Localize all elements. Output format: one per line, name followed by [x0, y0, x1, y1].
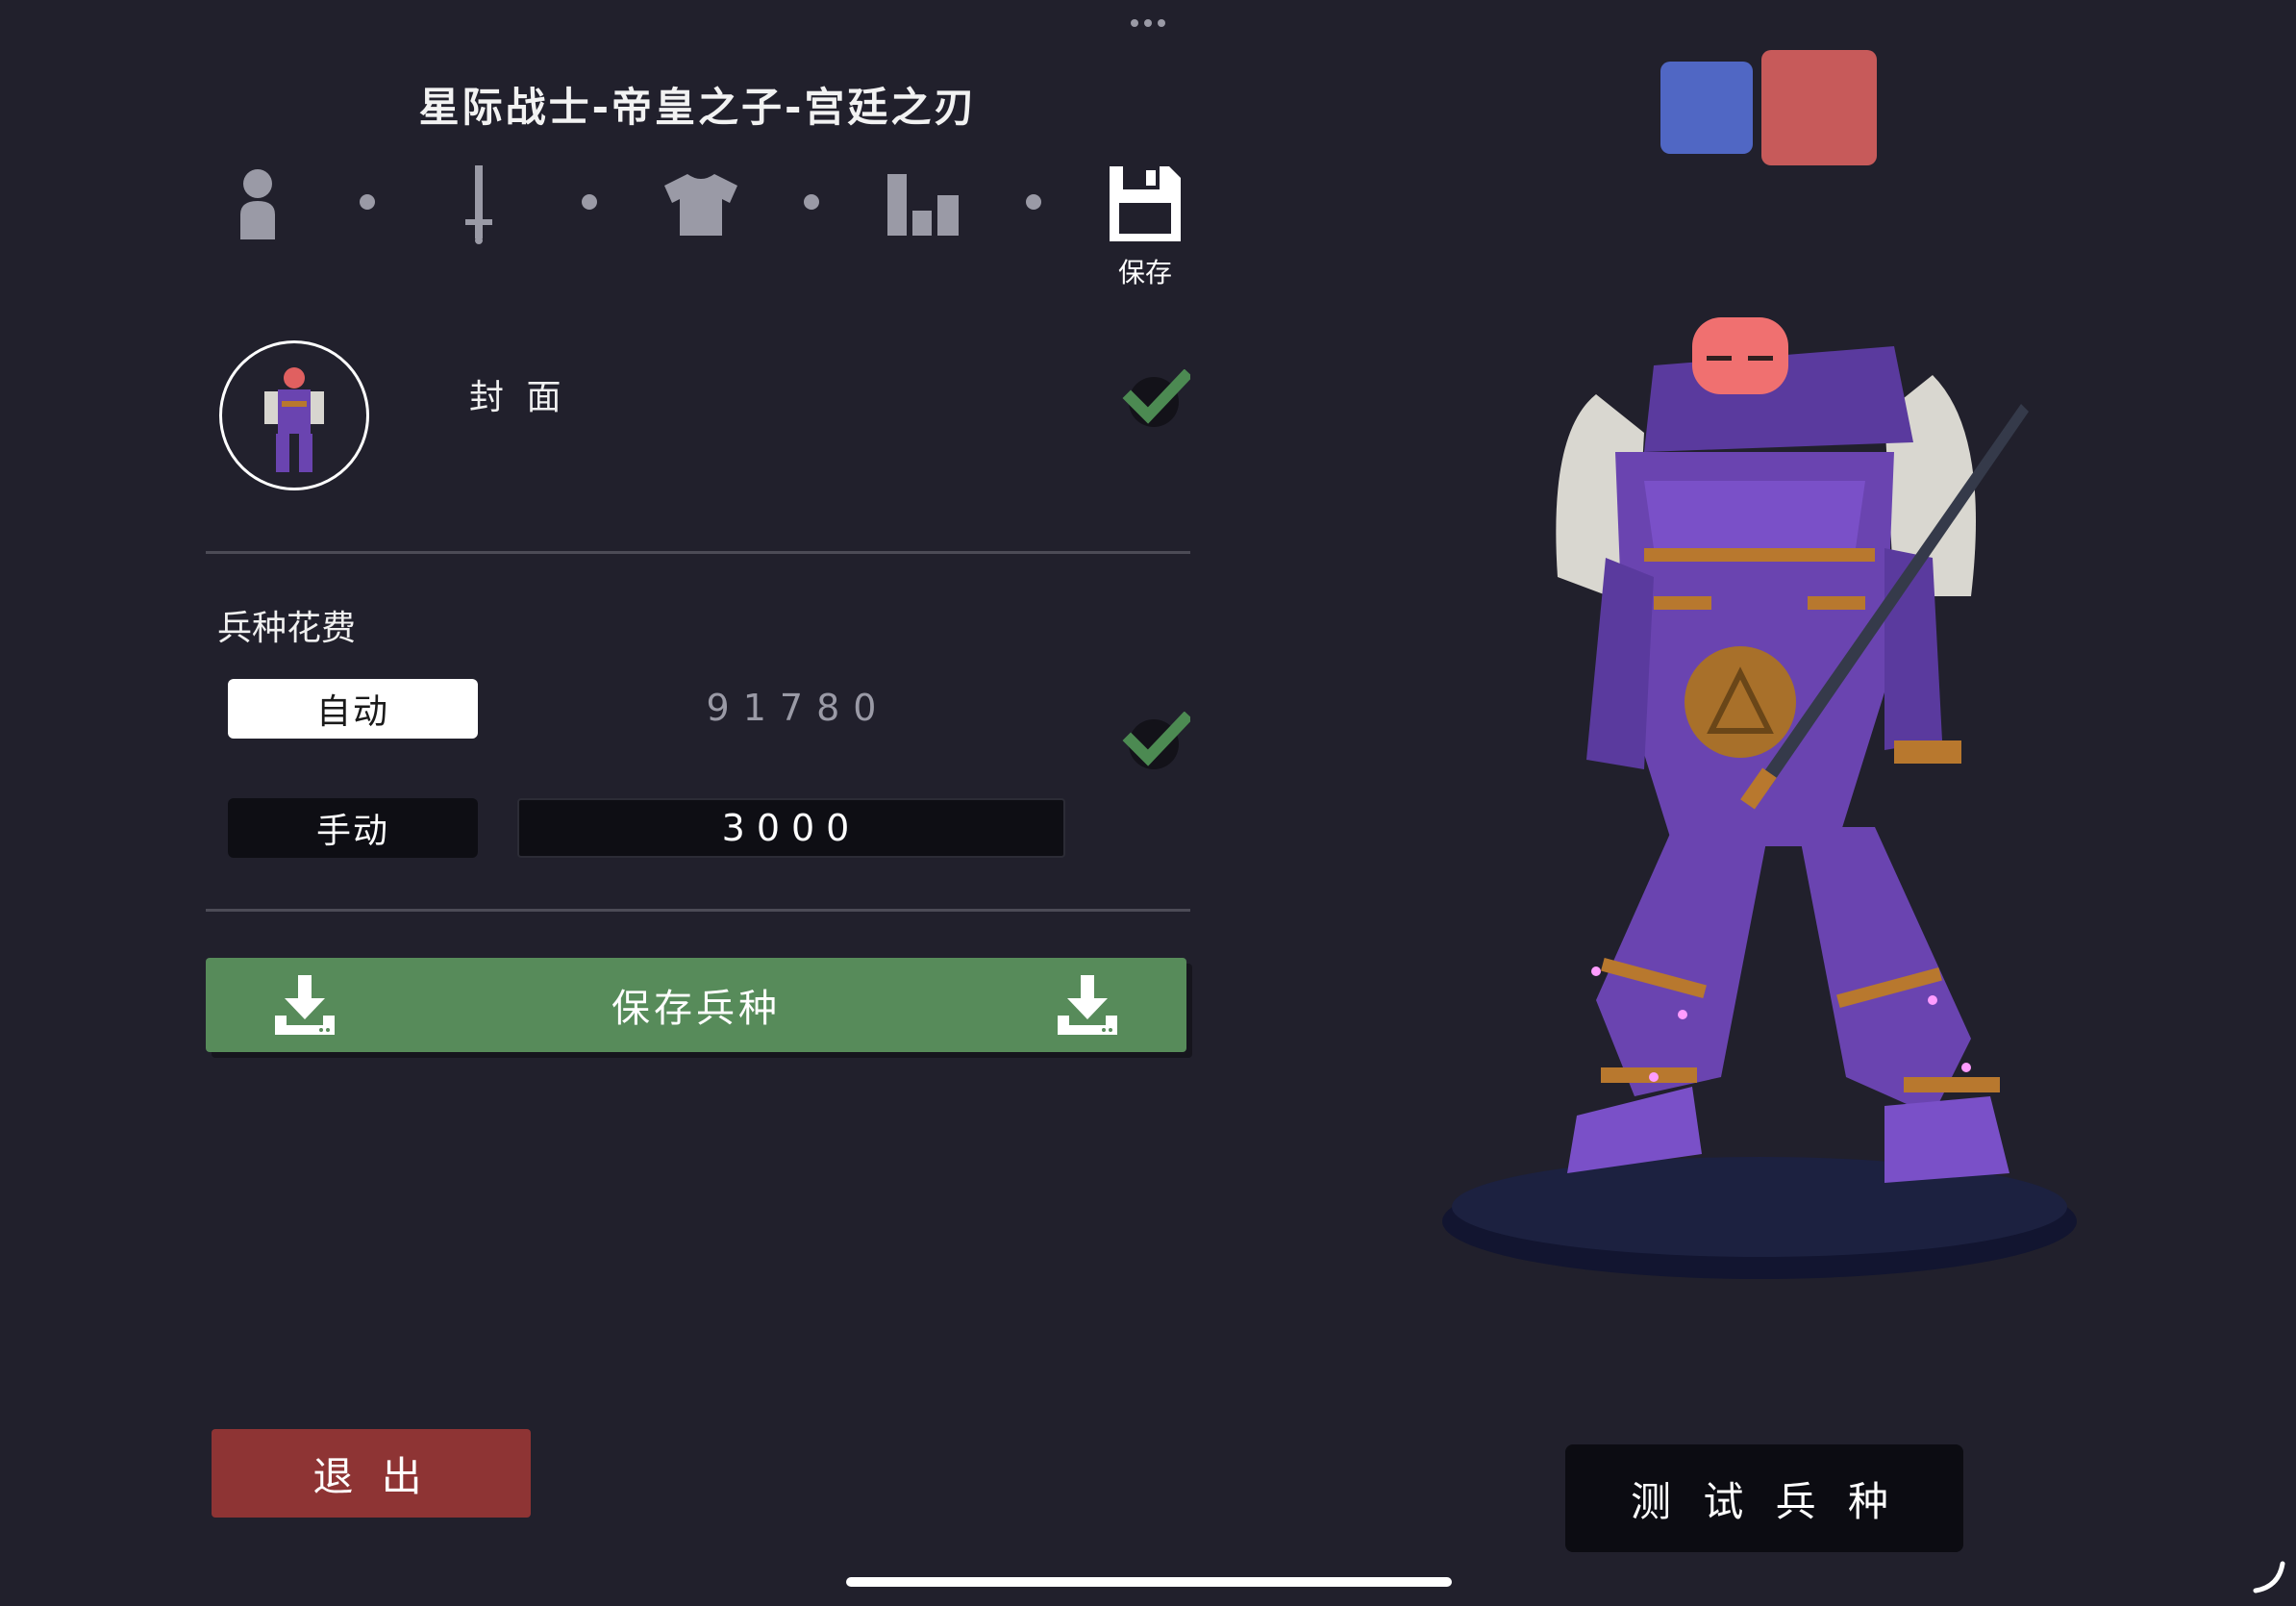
save-unit-button[interactable]: 保存兵种: [206, 958, 1186, 1052]
bar-chart-icon[interactable]: [885, 163, 961, 244]
team-blue-button[interactable]: [1660, 62, 1753, 154]
manual-cost-button[interactable]: 手动: [228, 798, 478, 858]
test-unit-button[interactable]: 测 试 兵 种: [1565, 1444, 1963, 1552]
step-dot: [360, 194, 375, 210]
exit-button[interactable]: 退 出: [212, 1429, 531, 1518]
checkmark-icon: [1121, 711, 1193, 773]
shirt-icon[interactable]: [661, 163, 740, 244]
manual-cost-input[interactable]: 3000: [517, 798, 1065, 858]
resize-handle-icon: [2250, 1558, 2288, 1606]
unit-title: 星际战士-帝皇之子-宫廷之刃: [418, 84, 978, 131]
step-dot: [582, 194, 597, 210]
cover-avatar[interactable]: [219, 340, 369, 490]
cost-section-title: 兵种花费: [217, 609, 357, 648]
home-indicator[interactable]: [846, 1577, 1452, 1587]
auto-cost-button[interactable]: 自动: [228, 679, 478, 739]
save-unit-label: 保存兵种: [611, 987, 781, 1031]
step-dot: [1026, 194, 1041, 210]
divider: [206, 909, 1190, 912]
more-options-icon[interactable]: [1125, 13, 1171, 33]
sword-icon[interactable]: [458, 163, 500, 244]
auto-cost-value: 91780: [706, 687, 890, 729]
cover-label: 封 面: [469, 378, 567, 417]
person-icon[interactable]: [231, 163, 285, 244]
divider: [206, 551, 1190, 554]
checkmark-icon: [1121, 368, 1193, 431]
unit-preview[interactable]: [1433, 308, 2106, 1327]
team-red-button[interactable]: [1761, 50, 1877, 165]
download-icon: [273, 973, 337, 1037]
floppy-disk-icon[interactable]: [1106, 163, 1185, 244]
download-icon: [1056, 973, 1119, 1037]
step-dot: [804, 194, 819, 210]
save-step-label: 保存: [1117, 257, 1172, 289]
